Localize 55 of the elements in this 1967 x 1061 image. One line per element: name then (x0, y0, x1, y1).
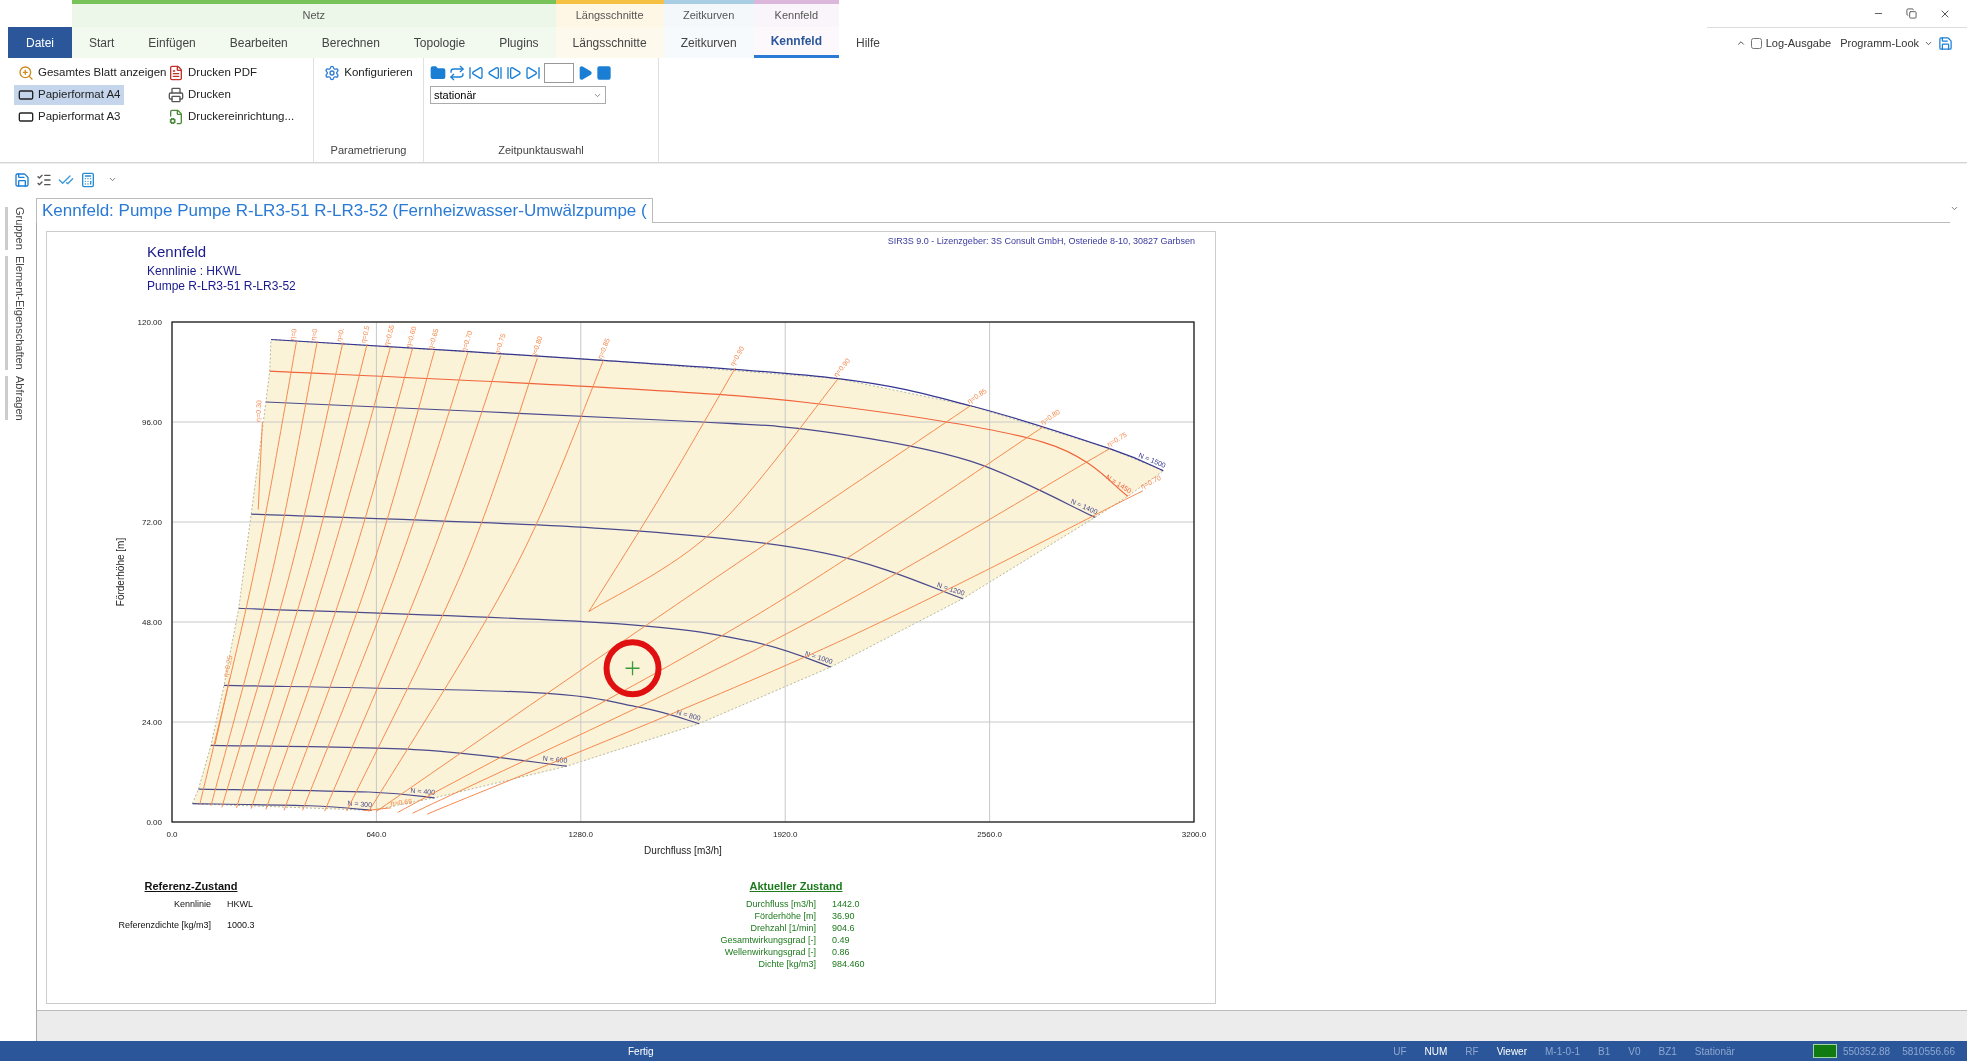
context-group-header: Netz (72, 0, 556, 27)
y-tick-label: 24.00 (141, 718, 162, 727)
checkbox-label: Log-Ausgabe (1765, 35, 1832, 51)
table-value: 0.49 (832, 933, 851, 946)
coordinate-readout: 5810556.66 (1902, 1044, 1955, 1059)
table-label: Wellenwirkungsgrad [-] (723, 945, 816, 958)
x-tick-label: 2560.0 (977, 830, 1002, 839)
table-value: 1442.0 (832, 897, 861, 910)
page-heading: Kennfeld (147, 242, 208, 262)
status-indicator: M-1-0-1 (1545, 1044, 1581, 1059)
status-indicator: V0 (1628, 1044, 1641, 1059)
page-subheading: Pumpe R-LR3-51 R-LR3-52 (147, 278, 296, 294)
context-group-header: Zeitkurven (663, 0, 754, 27)
y-tick-label: 96.00 (141, 418, 162, 427)
y-tick-label: 48.00 (141, 618, 162, 627)
status-indicator: B1 (1598, 1044, 1611, 1059)
x-tick-label: 3200.0 (1181, 830, 1207, 839)
status-indicator: NUM (1424, 1044, 1448, 1059)
x-tick-label: 1920.0 (772, 830, 798, 839)
group-label: Zeitpunktauswahl (498, 142, 584, 158)
table-value: 904.6 (832, 921, 856, 934)
x-tick-label: 640.0 (366, 830, 387, 839)
table-label: Referenzdichte [kg/m3] (117, 918, 211, 931)
status-indicator: RF (1465, 1044, 1479, 1059)
group-label: Parametrierung (330, 142, 407, 158)
table-value: 1000.3 (227, 918, 256, 931)
context-group-header: Kennfeld (753, 0, 839, 27)
status-indicator: Stationär (1694, 1044, 1735, 1059)
table-label: Kennlinie (172, 897, 211, 910)
table-label: Drehzahl [1/min] (749, 921, 816, 934)
status-indicator: BZ1 (1658, 1044, 1677, 1059)
y-tick-label: 0.00 (146, 818, 162, 827)
status-indicator: UF (1393, 1044, 1407, 1059)
x-tick-label: 0.0 (166, 830, 178, 839)
table-value: 0.86 (832, 945, 851, 958)
license-note: SIR3S 9.0 - Lizenzgeber: 3S Consult GmbH, Osteriede 8-10, 30827 Garbsen (887, 235, 1196, 248)
table-label: Dichte [kg/m3] (757, 957, 816, 970)
table-value: 36.90 (832, 909, 856, 922)
table-value: 984.460 (832, 957, 866, 970)
status-message: Fertig (628, 1044, 654, 1059)
y-tick-label: 72.00 (141, 518, 162, 527)
table-label: Durchfluss [m3/h] (744, 897, 816, 910)
page-subheading: Kennlinie : HKWL (147, 263, 243, 279)
x-axis-title: Durchfluss [m3/h] (644, 845, 722, 856)
table-value: HKWL (227, 897, 254, 910)
context-group-header: Längsschnitte (555, 0, 664, 27)
table-label: Förderhöhe [m] (753, 909, 816, 922)
table-heading: Referenz-Zustand (143, 879, 239, 894)
x-tick-label: 1280.0 (568, 830, 594, 839)
coordinate-readout: 550352.88 (1842, 1044, 1891, 1059)
y-tick-label: 120.00 (137, 318, 162, 327)
y-axis-title: Förderhöhe [m] (115, 537, 126, 607)
status-indicator: Viewer (1496, 1044, 1527, 1059)
table-label: Gesamtwirkungsgrad [-] (719, 933, 816, 946)
table-heading: Aktueller Zustand (748, 879, 844, 894)
